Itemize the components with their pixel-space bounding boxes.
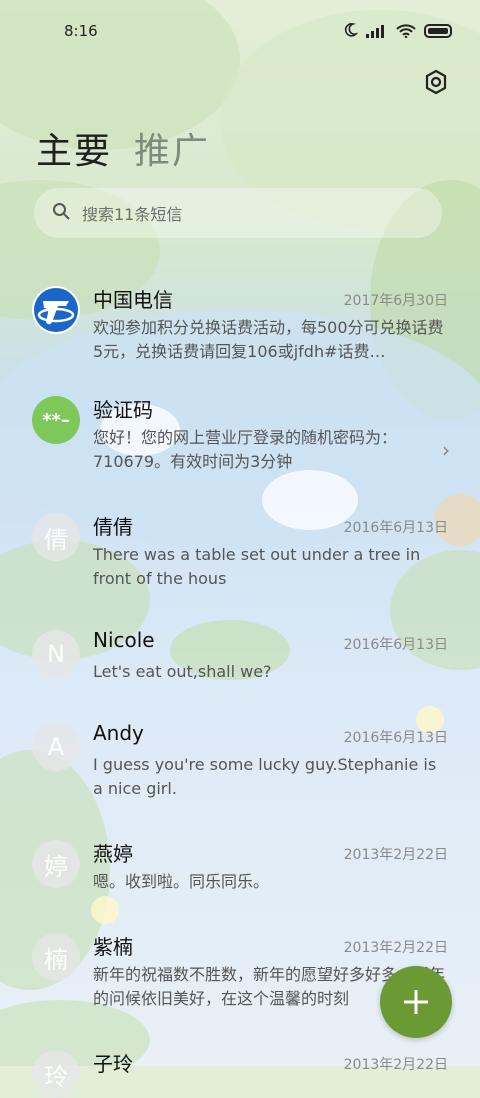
message-preview: I guess you're some lucky guy.Stephanie … (93, 755, 437, 798)
message-preview: Let's eat out,shall we? (93, 662, 272, 681)
tab-promotion[interactable]: 推广 (134, 122, 210, 174)
message-preview: 嗯。收到啦。同乐同乐。 (93, 872, 270, 891)
tab-bar: 主要 推广 (36, 122, 210, 174)
message-date: 2016年6月13日 (343, 637, 448, 653)
message-date: 2016年6月13日 (343, 520, 448, 536)
tab-main[interactable]: 主要 (36, 122, 112, 174)
message-row[interactable]: 婷 燕婷 2013年2月22日 嗯。收到啦。同乐同乐。 (0, 824, 480, 917)
plus-icon (404, 990, 428, 1014)
message-row[interactable]: 倩 倩倩 2016年6月13日 There was a table set ou… (0, 497, 480, 614)
contact-name: Nicole (93, 628, 155, 652)
contact-avatar: 楠 (32, 933, 80, 981)
message-date: 2013年2月22日 (343, 1057, 448, 1073)
contact-avatar: 倩 (32, 513, 80, 561)
contact-name: 中国电信 (93, 288, 173, 312)
message-row[interactable]: 玲 子玲 2013年2月22日 (0, 1034, 480, 1098)
wifi-icon (396, 23, 416, 42)
message-row[interactable]: **– 验证码 您好！您的网上营业厅登录的随机密码为：710679。有效时间为3… (0, 380, 480, 497)
message-row[interactable]: 中国电信 2017年6月30日 欢迎参加积分兑换话费活动，每500分可兑换话费5… (0, 270, 480, 380)
message-date: 2013年2月22日 (343, 940, 448, 956)
contact-name: Andy (93, 721, 144, 745)
message-date: 2016年6月13日 (343, 730, 448, 746)
battery-icon (424, 23, 454, 42)
contact-name: 验证码 (93, 398, 153, 422)
message-row[interactable]: N Nicole 2016年6月13日 Let's eat out,shall … (0, 614, 480, 707)
message-preview: 欢迎参加积分兑换话费活动，每500分可兑换话费5元，兑换话费请回复106或jfd… (93, 318, 444, 361)
signal-icon (366, 23, 388, 42)
new-message-button[interactable] (380, 966, 452, 1038)
status-bar: 8:16 (0, 0, 480, 62)
search-placeholder: 搜索11条短信 (82, 205, 183, 224)
search-icon (34, 202, 70, 224)
contact-name: 紫楠 (93, 935, 133, 959)
contact-avatar: 玲 (32, 1050, 80, 1098)
settings-icon[interactable] (422, 68, 450, 96)
contact-name: 子玲 (93, 1052, 133, 1076)
message-row[interactable]: A Andy 2016年6月13日 I guess you're some lu… (0, 707, 480, 824)
moon-icon (342, 22, 359, 42)
message-preview: 您好！您的网上营业厅登录的随机密码为：710679。有效时间为3分钟 (93, 428, 398, 471)
chevron-right-icon[interactable]: › (442, 438, 450, 462)
telecom-logo-avatar (32, 286, 80, 334)
contact-name: 倩倩 (93, 515, 133, 539)
contact-avatar: N (32, 630, 80, 678)
contact-avatar: 婷 (32, 840, 80, 888)
message-date: 2017年6月30日 (343, 293, 448, 309)
search-input[interactable]: 搜索11条短信 (34, 188, 442, 238)
message-date: 2013年2月22日 (343, 847, 448, 863)
contact-avatar: A (32, 723, 80, 771)
contact-name: 燕婷 (93, 842, 133, 866)
status-time: 8:16 (64, 22, 98, 40)
message-preview: There was a table set out under a tree i… (93, 545, 421, 588)
verification-code-avatar: **– (32, 396, 80, 444)
